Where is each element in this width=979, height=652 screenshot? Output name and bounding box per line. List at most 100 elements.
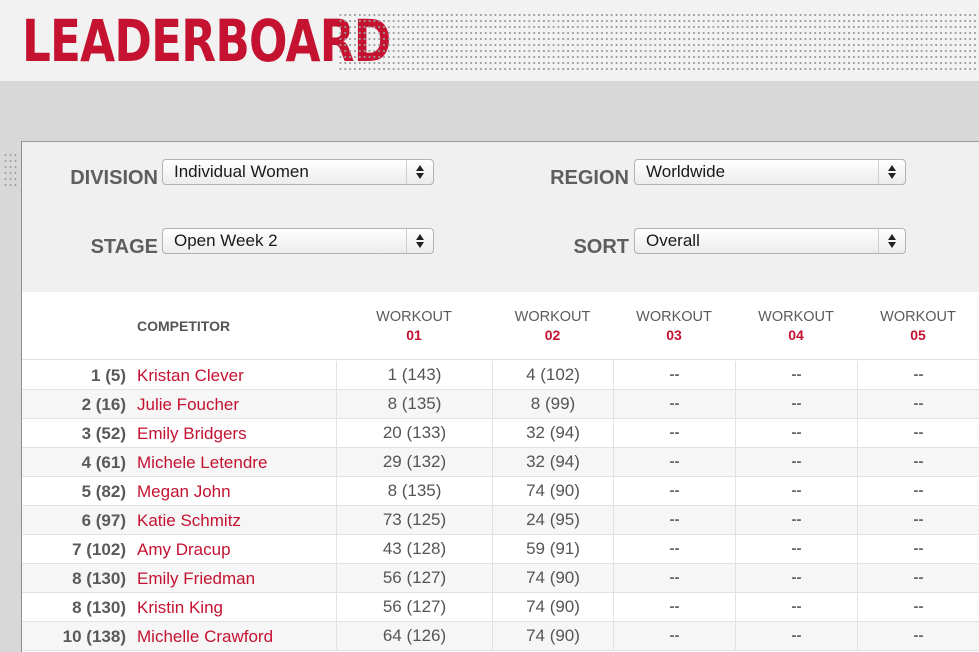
workout-03-score: --	[613, 448, 735, 476]
table-row: 2 (16) Julie Foucher 8 (135) 8 (99) -- -- --	[22, 390, 979, 419]
workout-02-score: 32 (94)	[492, 419, 613, 447]
competitor-name-link[interactable]: Michele Letendre	[137, 453, 267, 473]
leaderboard-page: LEADERBOARD DIVISION Individual Women RE…	[0, 0, 979, 652]
region-select[interactable]: Worldwide	[634, 159, 906, 185]
workout-03-score: --	[613, 390, 735, 418]
workout-04-score: --	[735, 477, 857, 505]
workout-01-score: 29 (132)	[336, 448, 492, 476]
stage-select[interactable]: Open Week 2	[162, 228, 434, 254]
division-select[interactable]: Individual Women	[162, 159, 434, 185]
stage-select-value: Open Week 2	[174, 231, 278, 250]
workout-05-score: --	[857, 361, 979, 389]
rank-value: 1 (5)	[91, 366, 126, 385]
select-arrows-icon	[878, 160, 905, 184]
rank-value: 8 (130)	[72, 569, 126, 588]
workout-03-score: --	[613, 477, 735, 505]
table-row: 8 (130) Kristin King 56 (127) 74 (90) -- -- --	[22, 593, 979, 622]
workout-04-score: --	[735, 390, 857, 418]
workout-05-score: --	[857, 622, 979, 650]
workout-02-score: 24 (95)	[492, 506, 613, 534]
workout-04-score: --	[735, 506, 857, 534]
workout-01-column-header[interactable]: WORKOUT 01	[336, 308, 492, 344]
workout-03-column-header[interactable]: WORKOUT 03	[613, 308, 735, 344]
workout-label: WORKOUT	[880, 309, 956, 325]
workout-01-score: 56 (127)	[336, 593, 492, 621]
leaderboard-table: COMPETITOR WORKOUT 01 WORKOUT 02 WORKOUT…	[22, 292, 979, 652]
workout-number: 02	[544, 327, 561, 343]
workout-05-score: --	[857, 506, 979, 534]
workout-03-score: --	[613, 593, 735, 621]
workout-05-score: --	[857, 448, 979, 476]
table-header: COMPETITOR WORKOUT 01 WORKOUT 02 WORKOUT…	[22, 292, 979, 360]
region-select-value: Worldwide	[646, 162, 726, 181]
workout-03-score: --	[613, 535, 735, 563]
workout-number: 01	[406, 327, 422, 343]
workout-04-score: --	[735, 622, 857, 650]
division-select-value: Individual Women	[174, 162, 309, 181]
workout-label: WORKOUT	[514, 309, 591, 325]
workout-05-score: --	[857, 535, 979, 563]
workout-05-score: --	[857, 390, 979, 418]
competitor-name-link[interactable]: Emily Friedman	[137, 569, 255, 589]
workout-03-score: --	[613, 564, 735, 592]
workout-01-score: 64 (126)	[336, 622, 492, 650]
region-label: REGION	[550, 167, 629, 189]
workout-04-score: --	[735, 419, 857, 447]
table-row: 7 (102) Amy Dracup 43 (128) 59 (91) -- -- --	[22, 535, 979, 564]
table-row: 5 (82) Megan John 8 (135) 74 (90) -- -- --	[22, 477, 979, 506]
side-dot-decoration	[3, 152, 19, 188]
competitor-name-link[interactable]: Julie Foucher	[137, 395, 239, 415]
rank-value: 5 (82)	[81, 482, 126, 501]
workout-04-column-header[interactable]: WORKOUT 04	[735, 308, 857, 344]
workout-02-score: 74 (90)	[492, 622, 613, 650]
workout-05-score: --	[857, 593, 979, 621]
competitor-name-link[interactable]: Katie Schmitz	[137, 511, 241, 531]
workout-02-score: 8 (99)	[492, 390, 613, 418]
rank-value: 3 (52)	[81, 424, 126, 443]
workout-02-score: 4 (102)	[492, 361, 613, 389]
workout-04-score: --	[735, 535, 857, 563]
workout-03-score: --	[613, 361, 735, 389]
competitor-name-link[interactable]: Michelle Crawford	[137, 627, 273, 647]
competitor-name-link[interactable]: Emily Bridgers	[137, 424, 247, 444]
table-row: 10 (138) Michelle Crawford 64 (126) 74 (90)…	[22, 622, 979, 651]
competitor-name-link[interactable]: Amy Dracup	[137, 540, 231, 560]
workout-02-column-header[interactable]: WORKOUT 02	[492, 308, 613, 344]
workout-05-score: --	[857, 564, 979, 592]
select-arrows-icon	[406, 160, 433, 184]
rank-value: 6 (97)	[81, 511, 126, 530]
workout-number: 04	[788, 327, 804, 343]
workout-label: WORKOUT	[376, 309, 452, 325]
workout-02-score: 32 (94)	[492, 448, 613, 476]
sort-select[interactable]: Overall	[634, 228, 906, 254]
workout-05-score: --	[857, 419, 979, 447]
table-row: 1 (5) Kristan Clever 1 (143) 4 (102) -- -- --	[22, 361, 979, 390]
select-arrows-icon	[406, 229, 433, 253]
table-row: 3 (52) Emily Bridgers 20 (133) 32 (94) -- -- -…	[22, 419, 979, 448]
workout-01-score: 73 (125)	[336, 506, 492, 534]
competitor-name-link[interactable]: Kristin King	[137, 598, 223, 618]
competitor-name-link[interactable]: Kristan Clever	[137, 366, 244, 386]
division-label: DIVISION	[70, 167, 158, 189]
competitor-column-header[interactable]: COMPETITOR	[137, 318, 230, 334]
table-row: 6 (97) Katie Schmitz 73 (125) 24 (95) -- -- --	[22, 506, 979, 535]
workout-02-score: 59 (91)	[492, 535, 613, 563]
workout-05-score: --	[857, 477, 979, 505]
workout-03-score: --	[613, 622, 735, 650]
rank-value: 2 (16)	[81, 395, 126, 414]
table-row: 4 (61) Michele Letendre 29 (132) 32 (94) -- -…	[22, 448, 979, 477]
workout-01-score: 8 (135)	[336, 477, 492, 505]
sort-label: SORT	[573, 236, 629, 258]
table-row: 8 (130) Emily Friedman 56 (127) 74 (90) -- --…	[22, 564, 979, 593]
workout-03-score: --	[613, 419, 735, 447]
stage-label: STAGE	[90, 236, 158, 258]
dot-pattern-decoration	[338, 12, 979, 70]
workout-05-column-header[interactable]: WORKOUT 05	[857, 308, 979, 344]
workout-01-score: 56 (127)	[336, 564, 492, 592]
rank-value: 10 (138)	[62, 627, 126, 646]
leaderboard-logo: LEADERBOARD	[22, 7, 391, 75]
rank-value: 8 (130)	[72, 598, 126, 617]
workout-number: 05	[910, 327, 926, 343]
competitor-name-link[interactable]: Megan John	[137, 482, 231, 502]
sort-select-value: Overall	[646, 231, 700, 250]
